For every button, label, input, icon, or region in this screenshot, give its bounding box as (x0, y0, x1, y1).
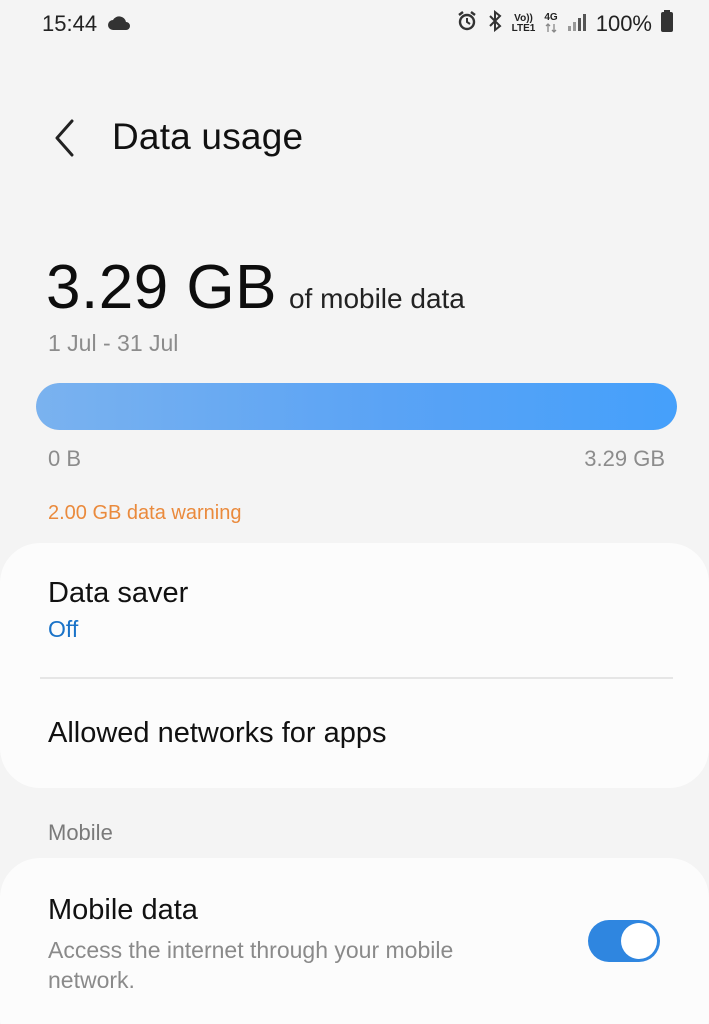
volte-indicator: Vo)) LTE1 (512, 14, 536, 34)
network-type-label: 4G (544, 11, 558, 23)
usage-unit-text: of mobile data (288, 283, 465, 314)
allowed-networks-title: Allowed networks for apps (48, 717, 387, 749)
mobile-data-title: Mobile data (48, 894, 198, 926)
settings-card-data: Data saver Off Allowed networks for apps (0, 543, 709, 788)
divider (40, 677, 673, 679)
toggle-knob (621, 923, 657, 959)
mobile-data-row[interactable]: Mobile data Access the internet through … (48, 894, 559, 995)
data-warning-label[interactable]: 2.00 GB data warning (48, 502, 241, 525)
usage-progress-bar (36, 383, 677, 430)
data-arrows-icon (545, 22, 557, 36)
allowed-networks-row[interactable]: Allowed networks for apps (48, 717, 661, 750)
status-bar: 15:44 Vo)) LTE1 4G 100% (0, 0, 709, 48)
network-type-indicator: 4G (544, 11, 558, 36)
cloud-icon (107, 11, 131, 37)
clock: 15:44 (42, 11, 98, 36)
data-saver-status: Off (48, 616, 79, 642)
data-saver-row[interactable]: Data saver Off (48, 577, 661, 643)
settings-card-mobile: Mobile data Access the internet through … (0, 858, 709, 1024)
back-button[interactable] (44, 116, 84, 160)
scale-min-label: 0 B (48, 446, 82, 471)
battery-icon (661, 10, 673, 38)
billing-period: 1 Jul - 31 Jul (48, 330, 179, 356)
battery-percentage: 100% (595, 11, 652, 36)
alarm-icon (456, 10, 478, 38)
signal-icon (567, 11, 587, 37)
mobile-data-description: Access the internet through your mobile … (48, 937, 454, 993)
status-bar-right: Vo)) LTE1 4G 100% (456, 9, 673, 38)
bluetooth-icon (487, 9, 503, 38)
section-header-mobile: Mobile (48, 820, 113, 845)
scale-max-label: 3.29 GB (584, 446, 665, 471)
mobile-data-toggle[interactable] (588, 920, 660, 962)
usage-summary: 3.29 GB of mobile data (46, 252, 465, 323)
app-header: Data usage (0, 108, 709, 168)
status-bar-left: 15:44 (42, 11, 131, 37)
usage-amount: 3.29 GB (46, 253, 277, 322)
lte-label: LTE1 (511, 23, 536, 34)
usage-progress-fill (36, 383, 677, 430)
data-saver-title: Data saver (48, 577, 189, 609)
chevron-left-icon (55, 119, 74, 157)
page-title: Data usage (112, 116, 304, 157)
